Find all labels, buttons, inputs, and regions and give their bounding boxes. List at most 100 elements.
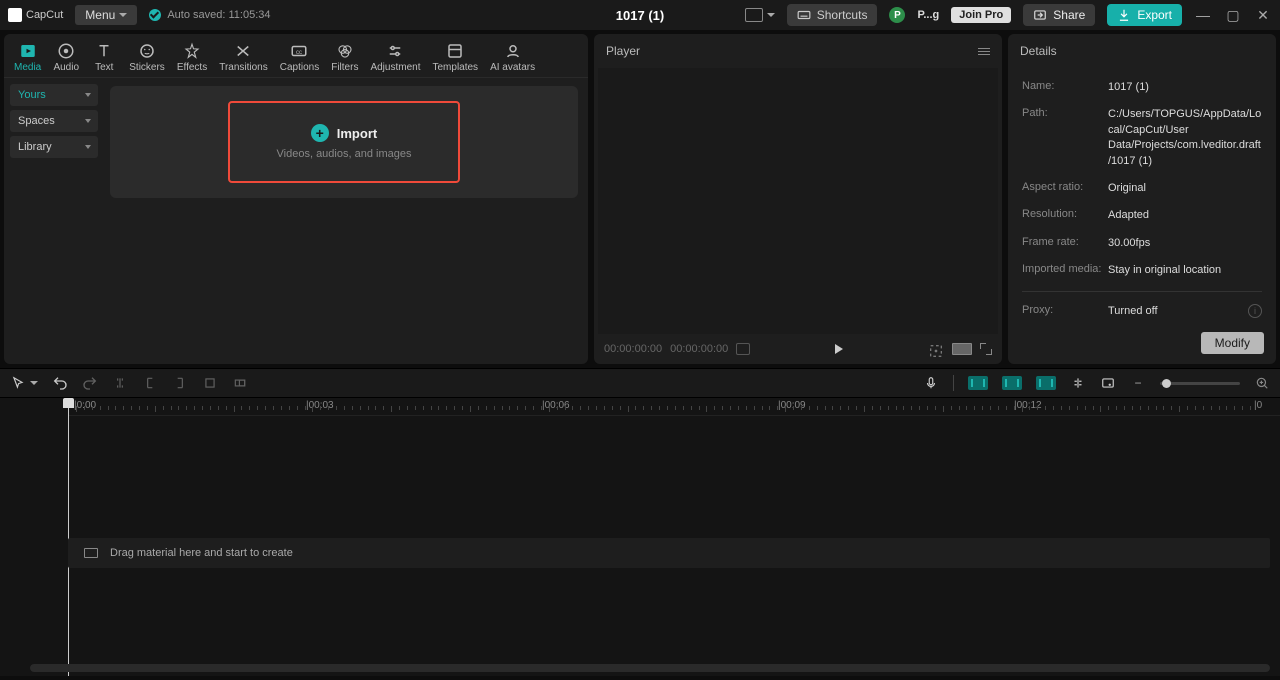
transitions-icon [234,42,252,60]
share-icon [1033,8,1047,22]
tab-text[interactable]: Text [85,38,123,77]
share-button[interactable]: Share [1023,4,1095,26]
timeline-track[interactable]: Drag material here and start to create [68,538,1270,568]
snap-preview-button[interactable] [1036,376,1056,390]
timeline-scrollbar[interactable] [30,664,1270,672]
share-label: Share [1053,8,1085,22]
shortcuts-button[interactable]: Shortcuts [787,4,878,26]
player-title: Player [606,44,640,58]
cover-button[interactable] [1100,375,1116,391]
tab-transitions[interactable]: Transitions [213,38,274,77]
ai-avatars-icon [504,42,522,60]
snap-main-button[interactable] [968,376,988,390]
player-menu-icon[interactable] [978,48,990,55]
player-viewport[interactable] [598,68,998,334]
chevron-down-icon [85,145,91,149]
tab-templates-label: Templates [432,62,478,73]
media-dropzone[interactable]: + Import Videos, audios, and images [110,86,578,198]
details-panel: Details Name:1017 (1) Path:C:/Users/TOPG… [1008,34,1276,364]
snap-track-button[interactable] [1002,376,1022,390]
fullscreen-button[interactable] [980,343,992,355]
time-current: 00:00:00:00 [604,343,662,355]
modify-button[interactable]: Modify [1201,332,1264,354]
name-value: 1017 (1) [1108,80,1262,95]
adjustment-icon [386,42,404,60]
check-circle-icon [149,9,161,21]
sidebar-library-label: Library [18,141,52,153]
cursor-chevron-icon[interactable] [30,381,38,385]
crop-button[interactable] [202,375,218,391]
resolution-label: Resolution: [1022,208,1108,220]
tab-filters[interactable]: Filters [325,38,364,77]
layout-icon[interactable] [745,8,763,22]
split-button[interactable] [112,375,128,391]
tab-adjustment[interactable]: Adjustment [364,38,426,77]
logo-icon [8,8,22,22]
timeline-ruler[interactable]: |0:00 |00:03 |00:06 |00:09 |00:12 |0 [68,398,1280,416]
sidebar-item-spaces[interactable]: Spaces [10,110,98,132]
tab-templates[interactable]: Templates [426,38,484,77]
info-icon[interactable]: i [1248,304,1262,318]
join-pro-button[interactable]: Join Pro [951,7,1011,23]
sidebar-item-yours[interactable]: Yours [10,84,98,106]
trim-right-button[interactable] [172,375,188,391]
sidebar-spaces-label: Spaces [18,115,55,127]
templates-icon [446,42,464,60]
tab-media-label: Media [14,62,41,73]
zoom-in-button[interactable] [1254,375,1270,391]
tab-captions[interactable]: cc Captions [274,38,325,77]
user-avatar[interactable]: P [889,7,905,23]
imported-value: Stay in original location [1108,263,1262,278]
minimize-button[interactable]: — [1194,7,1212,23]
aspect-label: Aspect ratio: [1022,181,1108,193]
tab-effects-label: Effects [177,62,207,73]
menu-button[interactable]: Menu [75,5,137,25]
layout-chevron-icon[interactable] [767,13,775,17]
ratio-button[interactable] [952,343,972,355]
plus-icon: + [311,124,329,142]
tab-stickers[interactable]: Stickers [123,38,171,77]
cursor-tool[interactable] [10,375,26,391]
import-button[interactable]: + Import Videos, audios, and images [228,101,460,183]
filters-icon [336,42,354,60]
align-button[interactable] [1070,375,1086,391]
maximize-button[interactable]: ▢ [1224,7,1242,24]
tab-media[interactable]: Media [8,38,47,77]
fps-label: Frame rate: [1022,236,1108,248]
text-icon [95,42,113,60]
tab-adjustment-label: Adjustment [370,62,420,73]
details-title: Details [1020,44,1057,58]
clip-icon [84,548,98,558]
sidebar-item-library[interactable]: Library [10,136,98,158]
app-logo: CapCut [8,8,63,22]
compare-icon[interactable] [736,343,750,355]
zoom-slider[interactable] [1160,382,1240,385]
timeline-toolbar: − [0,368,1280,398]
sidebar-yours-label: Yours [18,89,46,101]
record-voiceover-button[interactable] [923,375,939,391]
export-button[interactable]: Export [1107,4,1182,26]
play-button[interactable] [835,344,843,354]
zoom-out-button[interactable]: − [1130,375,1146,391]
imported-label: Imported media: [1022,263,1108,275]
trim-left-button[interactable] [142,375,158,391]
player-panel: Player 00:00:00:00 00:00:00:00 [594,34,1002,364]
timeline[interactable]: |0:00 |00:03 |00:06 |00:09 |00:12 |0 (fu… [0,398,1280,676]
tab-audio[interactable]: Audio [47,38,85,77]
tab-effects[interactable]: Effects [171,38,213,77]
keyboard-icon [797,8,811,22]
chevron-down-icon [85,119,91,123]
tab-ai-avatars[interactable]: AI avatars [484,38,541,77]
media-panel: Media Audio Text Stickers Effects Transi… [4,34,588,364]
redo-button[interactable] [82,375,98,391]
tab-audio-label: Audio [53,62,79,73]
undo-button[interactable] [52,375,68,391]
delete-button[interactable] [232,375,248,391]
export-label: Export [1137,8,1172,22]
audio-icon [57,42,75,60]
close-button[interactable]: ✕ [1254,7,1272,24]
proxy-value: Turned off [1108,304,1248,319]
focus-icon[interactable] [928,343,944,355]
playhead[interactable] [68,398,69,676]
chevron-down-icon [85,93,91,97]
